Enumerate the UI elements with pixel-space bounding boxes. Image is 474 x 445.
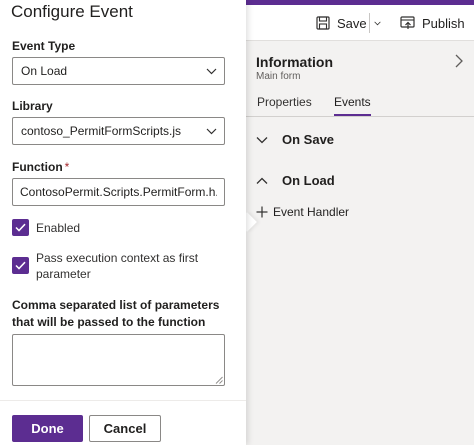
enabled-checkbox-row[interactable]: Enabled xyxy=(12,219,80,236)
save-options-button[interactable] xyxy=(374,5,388,41)
library-dropdown[interactable]: contoso_PermitFormScripts.js xyxy=(12,117,225,145)
function-input[interactable] xyxy=(12,178,225,206)
add-event-handler-label: Event Handler xyxy=(273,205,350,219)
pass-context-checkbox-row[interactable]: Pass execution context as first paramete… xyxy=(12,250,216,282)
enabled-checkbox[interactable] xyxy=(12,219,29,236)
cancel-button[interactable]: Cancel xyxy=(89,415,161,442)
section-on-load[interactable]: On Load xyxy=(256,173,335,188)
command-separator xyxy=(369,13,370,33)
pass-context-label: Pass execution context as first paramete… xyxy=(36,251,199,281)
panel-title: Information xyxy=(256,54,333,70)
enabled-label: Enabled xyxy=(36,221,81,235)
done-button[interactable]: Done xyxy=(12,415,83,442)
chevron-right-icon[interactable] xyxy=(451,53,467,69)
configure-event-dialog: Configure Event Event Type On Load Libra… xyxy=(0,0,246,445)
chevron-down-icon xyxy=(374,21,381,25)
chevron-down-icon xyxy=(206,68,217,75)
section-label: On Save xyxy=(282,132,335,147)
required-asterisk: * xyxy=(64,160,70,174)
add-event-handler-button[interactable]: Event Handler xyxy=(256,205,349,219)
checkmark-icon xyxy=(15,261,26,270)
library-label: Library xyxy=(12,99,53,113)
footer-divider xyxy=(0,400,246,401)
publish-label: Publish xyxy=(422,15,465,31)
properties-panel: Information Main form Properties Events … xyxy=(246,41,474,445)
tab-events[interactable]: Events xyxy=(334,95,371,116)
save-button[interactable]: Save xyxy=(316,5,367,41)
pass-context-checkbox[interactable] xyxy=(12,257,29,274)
checkmark-icon xyxy=(15,223,26,232)
event-type-value: On Load xyxy=(21,64,68,78)
parameters-textarea[interactable] xyxy=(12,334,225,386)
section-on-save[interactable]: On Save xyxy=(256,132,334,147)
chevron-down-icon xyxy=(206,128,217,135)
save-label: Save xyxy=(337,15,367,31)
tab-properties[interactable]: Properties xyxy=(257,95,312,113)
event-type-dropdown[interactable]: On Load xyxy=(12,57,225,85)
chevron-down-icon xyxy=(256,136,268,143)
plus-icon xyxy=(256,206,268,218)
event-type-label: Event Type xyxy=(12,39,76,53)
publish-button[interactable]: Publish xyxy=(400,5,465,41)
save-icon xyxy=(316,16,330,30)
publish-icon xyxy=(400,16,415,29)
panel-tabs: Properties Events xyxy=(246,93,474,117)
chevron-up-icon xyxy=(256,177,268,184)
library-value: contoso_PermitFormScripts.js xyxy=(21,124,182,138)
function-label: Function * xyxy=(12,160,69,174)
command-bar: Save Publish xyxy=(246,5,474,41)
parameters-label: Comma separated list of parameters that … xyxy=(12,298,220,329)
section-label: On Load xyxy=(282,173,335,188)
form-designer-pane: Save Publish Information Main form Prope… xyxy=(246,0,474,445)
panel-subtitle: Main form xyxy=(256,71,301,82)
dialog-title: Configure Event xyxy=(11,2,133,21)
function-label-text: Function xyxy=(12,160,63,174)
